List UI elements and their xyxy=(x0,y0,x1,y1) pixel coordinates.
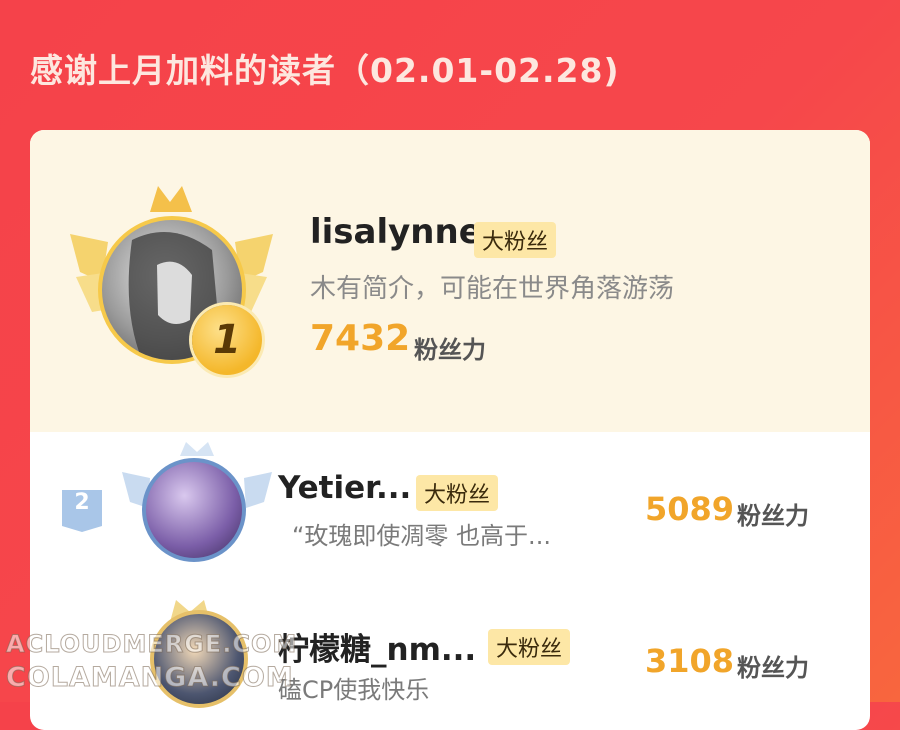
user-bio: 磕CP使我快乐 xyxy=(278,676,430,704)
rank-1-row[interactable]: 1 lisalynne 大粉丝 木有简介，可能在世界角落游荡 7432 粉丝力 xyxy=(30,130,870,432)
avatar[interactable] xyxy=(150,610,248,708)
rank-number: 2 xyxy=(74,490,90,515)
username[interactable]: lisalynne xyxy=(310,212,482,252)
username[interactable]: 柠檬糖_nm... xyxy=(278,624,476,669)
watermark-line-2: COLAMANGA.COM xyxy=(6,662,294,694)
fan-score: 7432 xyxy=(310,318,411,359)
fan-score: 3108 xyxy=(645,642,735,680)
watermark-line-1: ACLOUDMERGE.COM xyxy=(5,630,298,659)
avatar[interactable] xyxy=(142,458,246,562)
rank-number-badge: 1 xyxy=(192,305,262,375)
fan-score-unit: 粉丝力 xyxy=(737,654,809,682)
fan-score-unit: 粉丝力 xyxy=(414,336,486,364)
fan-score-unit: 粉丝力 xyxy=(737,502,809,530)
fan-level-badge: 大粉丝 xyxy=(488,629,571,665)
fan-level-badge: 大粉丝 xyxy=(416,475,499,511)
page-title: 感谢上月加料的读者（02.01-02.28) xyxy=(30,51,620,90)
fan-score: 5089 xyxy=(645,490,735,528)
fan-level-badge: 大粉丝 xyxy=(474,222,557,258)
user-bio: “玫瑰即使凋零 也高于... xyxy=(292,522,551,550)
user-bio: 木有简介，可能在世界角落游荡 xyxy=(310,274,675,304)
username[interactable]: Yetier... xyxy=(278,470,411,506)
